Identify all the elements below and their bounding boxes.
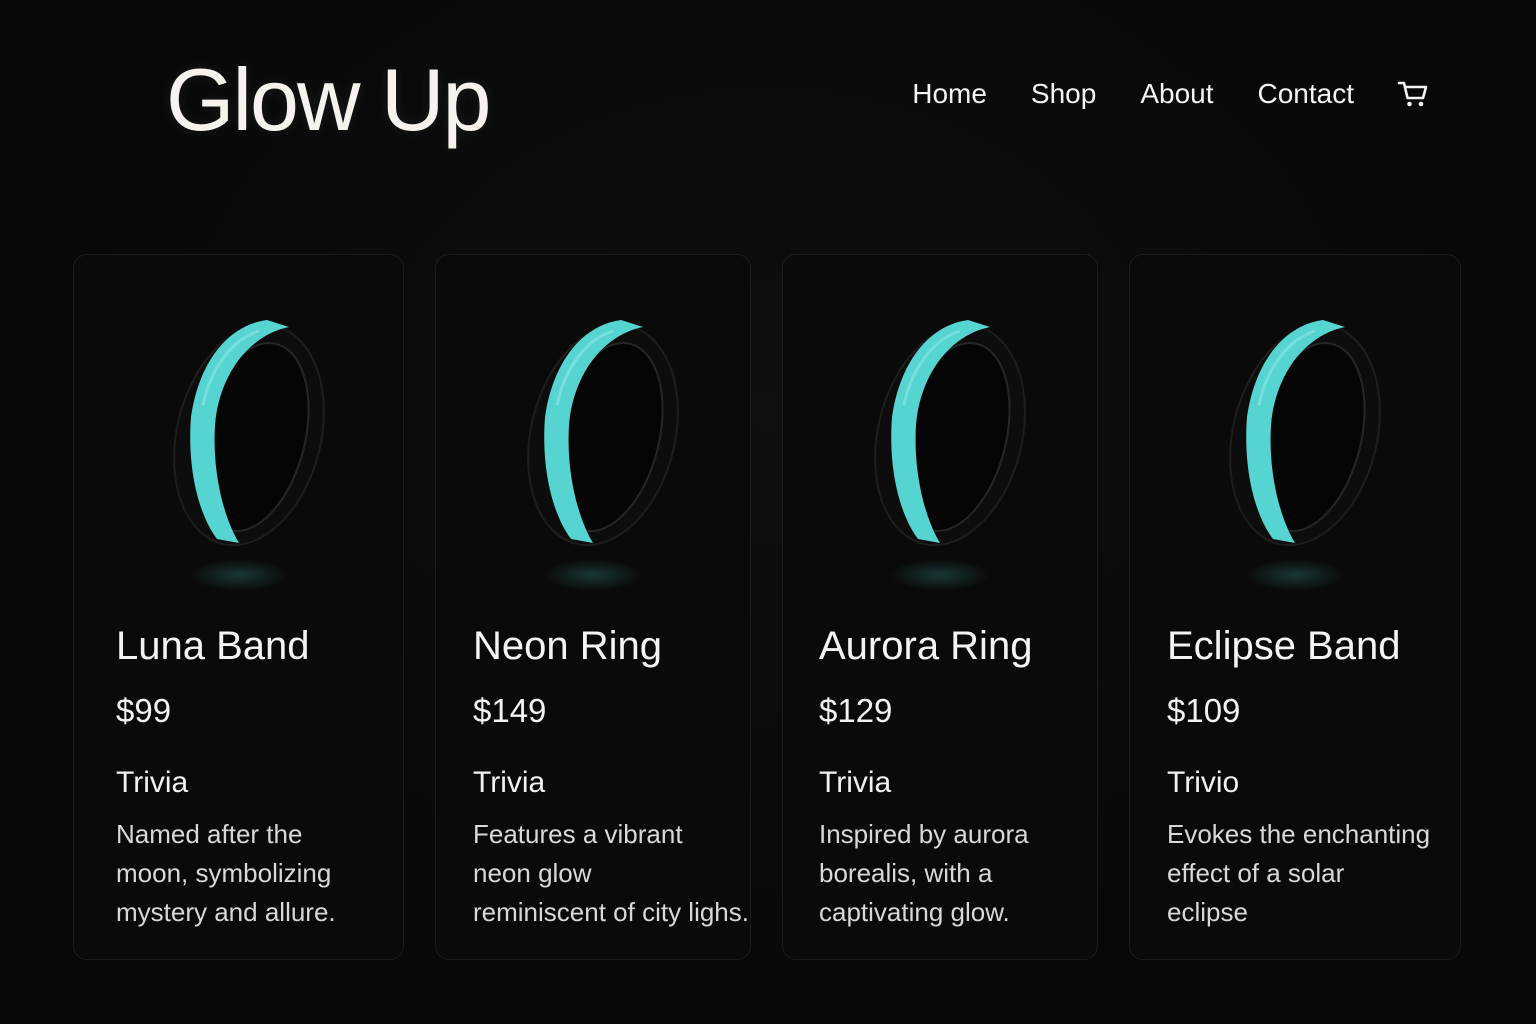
- product-price: $109: [1167, 692, 1241, 729]
- desc-line: eclipse: [1167, 897, 1248, 927]
- cart-icon[interactable]: [1396, 77, 1430, 111]
- desc-line: captivating glow.: [819, 897, 1010, 927]
- product-image: [74, 305, 403, 605]
- page: Glow Up Home Shop About Contact Luna Ban…: [0, 0, 1536, 1024]
- product-description: Features a vibrant neon glow reminiscent…: [473, 815, 749, 932]
- product-subtitle: Trivio: [1167, 766, 1240, 799]
- product-name[interactable]: Neon Ring: [473, 621, 662, 671]
- product-card[interactable]: Luna Band $99 Trivia Named after the moo…: [73, 254, 404, 960]
- product-price: $99: [116, 692, 172, 729]
- product-name[interactable]: Luna Band: [116, 621, 310, 671]
- desc-line: moon, symbolizing: [116, 858, 332, 888]
- product-subtitle: Trivia: [819, 766, 892, 799]
- desc-line: Inspired by aurora: [819, 819, 1029, 849]
- desc-line: reminiscent of city lighs.: [473, 897, 749, 927]
- product-name[interactable]: Eclipse Band: [1167, 621, 1400, 671]
- product-image: [436, 305, 750, 605]
- brand-logo[interactable]: Glow Up: [166, 50, 491, 150]
- product-image: [783, 305, 1097, 605]
- nav-shop[interactable]: Shop: [1031, 78, 1096, 110]
- desc-line: effect of a solar: [1167, 858, 1345, 888]
- ring-icon: [527, 320, 679, 591]
- product-description: Evokes the enchanting effect of a solar …: [1167, 815, 1430, 932]
- product-card[interactable]: Eclipse Band $109 Trivio Evokes the ench…: [1129, 254, 1461, 960]
- product-description: Inspired by aurora borealis, with a capt…: [819, 815, 1029, 932]
- desc-line: Features a vibrant: [473, 819, 683, 849]
- product-subtitle: Trivia: [116, 766, 189, 799]
- nav-home[interactable]: Home: [912, 78, 987, 110]
- desc-line: neon glow: [473, 858, 592, 888]
- nav-contact[interactable]: Contact: [1258, 78, 1355, 110]
- ring-icon: [1229, 320, 1381, 591]
- desc-line: borealis, with a: [819, 858, 993, 888]
- nav-about[interactable]: About: [1140, 78, 1213, 110]
- product-card[interactable]: Aurora Ring $129 Trivia Inspired by auro…: [782, 254, 1098, 960]
- desc-line: Named after the: [116, 819, 303, 849]
- product-image: [1130, 305, 1460, 605]
- main-nav: Home Shop About Contact: [912, 72, 1430, 116]
- product-price: $149: [473, 692, 547, 729]
- desc-line: mystery and allure.: [116, 897, 336, 927]
- product-description: Named after the moon, symbolizing myster…: [116, 815, 336, 932]
- ring-icon: [874, 320, 1026, 591]
- desc-line: Evokes the enchanting: [1167, 819, 1431, 849]
- product-price: $129: [819, 692, 893, 729]
- product-name[interactable]: Aurora Ring: [819, 621, 1032, 671]
- product-subtitle: Trivia: [473, 766, 546, 799]
- product-card[interactable]: Neon Ring $149 Trivia Features a vibrant…: [435, 254, 751, 960]
- ring-icon: [172, 320, 325, 591]
